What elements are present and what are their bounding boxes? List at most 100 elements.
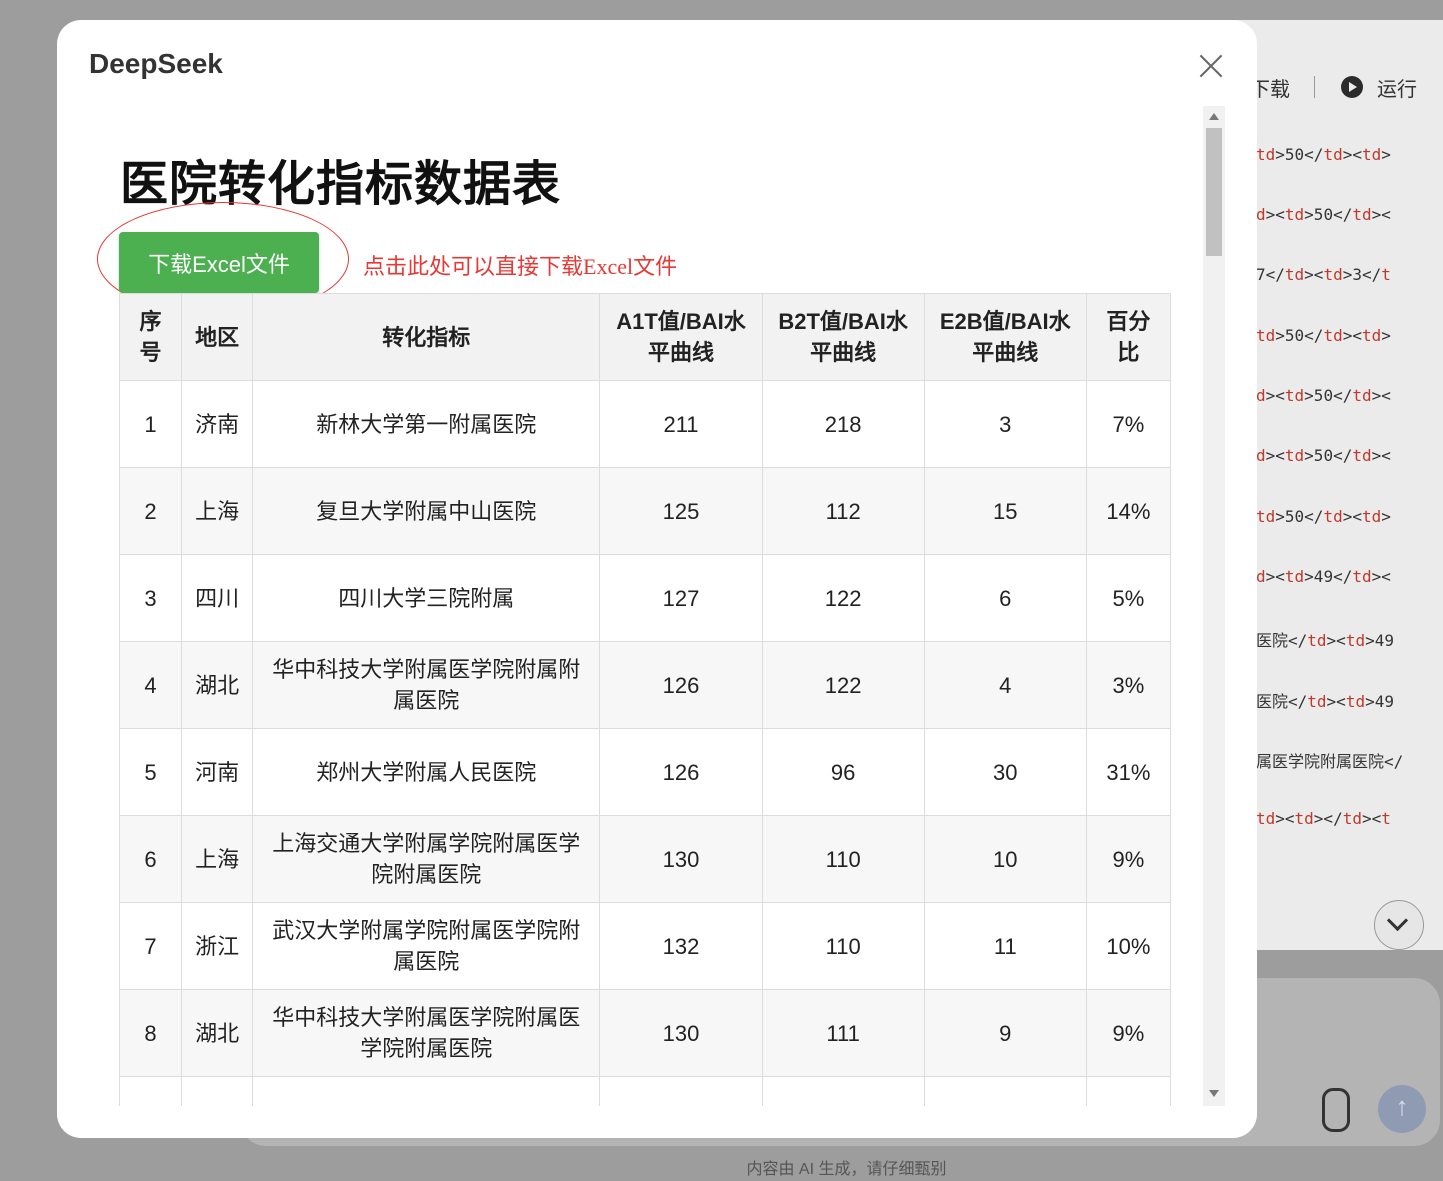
cell-region: 四川 <box>181 554 254 642</box>
code-text-token: > <box>1381 507 1391 526</box>
code-text-token: >< <box>1275 809 1295 828</box>
code-text-token: >< <box>1326 692 1346 711</box>
cell-region: 浙江 <box>181 902 254 990</box>
cell-indicator: 华中科技大学附属医学院附属医学院附属医院 <box>252 989 601 1077</box>
preview-viewport[interactable]: 医院转化指标数据表 下载Excel文件 点击此处可以直接下载Excel文件 序号… <box>57 106 1203 1106</box>
run-button[interactable]: 运行 <box>1377 73 1417 102</box>
scrollbar-thumb[interactable] <box>1206 128 1222 256</box>
code-tag-token: td <box>1256 507 1276 526</box>
scroll-down-arrow-icon[interactable] <box>1209 1090 1219 1097</box>
code-toolbar: 下载 运行 <box>1250 72 1417 102</box>
code-tag-token: d <box>1256 446 1266 465</box>
table-row: 2 上海 复旦大学附属中山医院 125 112 15 14% <box>118 467 1172 555</box>
cell-percent: 31% <box>1085 728 1172 816</box>
close-icon[interactable] <box>1199 54 1223 78</box>
play-icon[interactable] <box>1341 76 1363 98</box>
cell-percent: 9% <box>1085 815 1172 903</box>
cell-index: 6 <box>118 815 183 903</box>
table-row: 1 济南 新林大学第一附属医院 211 218 3 7% <box>118 380 1172 468</box>
code-line: td>50</td><td> <box>1256 507 1391 526</box>
cell-a1t: 126 <box>599 641 763 729</box>
cell-a1t: 130 <box>599 989 763 1077</box>
code-text-token: ></ <box>1313 809 1343 828</box>
cell-b2t: 122 <box>761 641 925 729</box>
code-tag-token: td <box>1307 631 1327 650</box>
scroll-down-button[interactable] <box>1374 900 1424 950</box>
cell-region: 上海 <box>181 815 254 903</box>
code-tag-token: td <box>1352 446 1372 465</box>
code-tag-token: td <box>1284 386 1305 405</box>
cell-e2b: 9 <box>923 989 1087 1077</box>
code-text-token: >50</ <box>1275 326 1324 345</box>
code-tag-token: td <box>1323 265 1343 284</box>
table-row: 5 河南 郑州大学附属人民医院 126 96 30 31% <box>118 728 1172 816</box>
cell-e2b: 11 <box>923 902 1087 990</box>
cell-percent: 5% <box>1085 554 1172 642</box>
cell-indicator: 华中科技大学附属医学院附属附属医院 <box>252 641 601 729</box>
code-tag-token: td <box>1284 567 1305 586</box>
col-header-region: 地区 <box>181 293 254 381</box>
cell-percent <box>1085 1076 1172 1106</box>
code-text-token: 7</ <box>1256 265 1285 284</box>
col-header-percent: 百分比 <box>1085 293 1172 381</box>
code-tag-token: td <box>1352 205 1372 224</box>
code-text-token: 医院</ <box>1256 692 1308 711</box>
paperclip-icon[interactable] <box>1322 1088 1350 1132</box>
cell-indicator: 新林大学第一附属医院 <box>252 380 601 468</box>
cell-percent: 7% <box>1085 380 1172 468</box>
cell-indicator: 上海交通大学附属学院附属医 <box>252 1076 601 1106</box>
scroll-up-arrow-icon[interactable] <box>1209 113 1219 120</box>
cell-b2t: 218 <box>761 380 925 468</box>
code-text-token: >< <box>1371 386 1391 405</box>
cell-a1t: 132 <box>599 902 763 990</box>
code-text-token: >50</ <box>1275 507 1324 526</box>
download-excel-button[interactable]: 下载Excel文件 <box>119 232 319 293</box>
code-tag-token: td <box>1284 265 1305 284</box>
code-line: td>50</td><td> <box>1256 326 1391 345</box>
cell-b2t: 122 <box>761 554 925 642</box>
cell-region: 湖北 <box>181 989 254 1077</box>
send-button[interactable] <box>1378 1085 1426 1133</box>
modal-scrollbar[interactable] <box>1203 106 1225 1106</box>
annotation-note: 点击此处可以直接下载Excel文件 <box>363 254 678 279</box>
code-line: 7</td><td>3</t <box>1256 265 1391 284</box>
code-tag-token: td <box>1323 145 1343 164</box>
cell-b2t: 110 <box>761 902 925 990</box>
code-text-token: 属医学院附属医院</ <box>1256 752 1404 771</box>
cell-index: 4 <box>118 641 183 729</box>
code-tag-token: td <box>1307 692 1327 711</box>
cell-b2t: 112 <box>761 467 925 555</box>
cell-a1t: 126 <box>599 728 763 816</box>
col-header-indicator: 转化指标 <box>252 293 601 381</box>
code-tag-token: d <box>1256 205 1266 224</box>
code-tag-token: td <box>1294 809 1314 828</box>
code-text-token: >< <box>1326 631 1346 650</box>
data-table: 序号 地区 转化指标 A1T值/BAI水平曲线 B2T值/BAI水平曲线 E2B… <box>118 293 1172 1106</box>
code-tag-token: td <box>1361 326 1382 345</box>
col-header-a1t: A1T值/BAI水平曲线 <box>599 293 763 381</box>
table-row: 4 湖北 华中科技大学附属医学院附属附属医院 126 122 4 3% <box>118 641 1172 729</box>
code-text-token: >50</ <box>1275 145 1324 164</box>
cell-indicator: 武汉大学附属学院附属医学院附属医院 <box>252 902 601 990</box>
code-text-token: > <box>1381 145 1391 164</box>
cell-b2t <box>761 1076 925 1106</box>
code-tag-token: td <box>1361 507 1382 526</box>
code-text-token: 医院</ <box>1256 631 1308 650</box>
cell-index: 8 <box>118 989 183 1077</box>
cell-region: 上 <box>181 1076 254 1106</box>
code-line: d><td>50</td>< <box>1256 205 1391 224</box>
cell-percent: 10% <box>1085 902 1172 990</box>
code-text-token: >< <box>1371 567 1391 586</box>
code-line: d><td>50</td>< <box>1256 446 1391 465</box>
cell-e2b: 3 <box>923 380 1087 468</box>
table-row: 7 浙江 武汉大学附属学院附属医学院附属医院 132 110 11 10% <box>118 902 1172 990</box>
cell-indicator: 郑州大学附属人民医院 <box>252 728 601 816</box>
cell-b2t: 110 <box>761 815 925 903</box>
col-header-e2b: E2B值/BAI水平曲线 <box>923 293 1087 381</box>
code-tag-token: t <box>1381 265 1391 284</box>
code-text-token: >< <box>1304 265 1324 284</box>
cell-b2t: 96 <box>761 728 925 816</box>
code-line: td>50</td><td> <box>1256 145 1391 164</box>
cell-index: 2 <box>118 467 183 555</box>
code-line: 医院</td><td>49 <box>1256 688 1394 712</box>
